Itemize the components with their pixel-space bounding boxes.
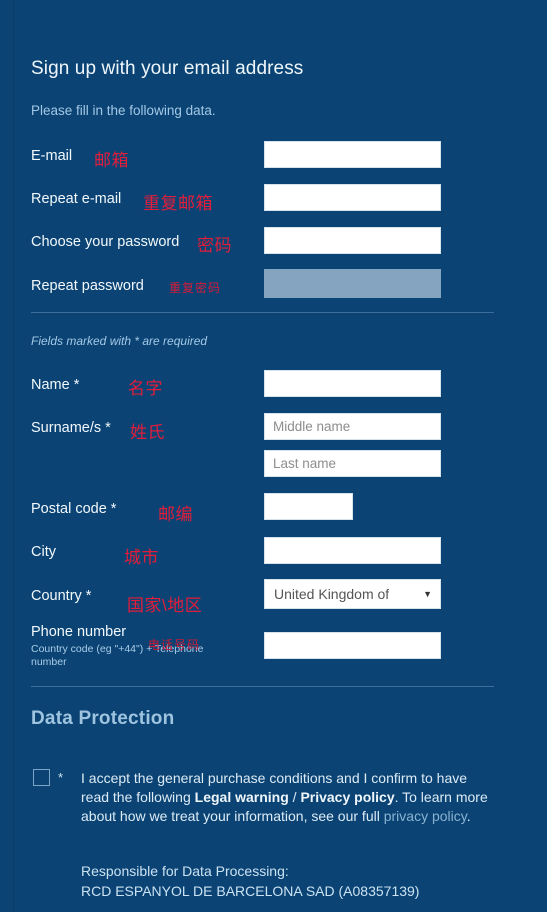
label-email: E-mail bbox=[31, 148, 73, 164]
repeat-email-field[interactable] bbox=[264, 184, 441, 211]
annotation-repeat-email-cn: 重复邮箱 bbox=[143, 194, 213, 213]
annotation-name-cn: 名字 bbox=[128, 379, 163, 398]
repeat-password-field[interactable] bbox=[264, 269, 441, 298]
annotation-email-cn: 邮箱 bbox=[94, 151, 129, 170]
annotation-country-cn: 国家\地区 bbox=[127, 596, 203, 615]
city-field[interactable] bbox=[264, 537, 441, 564]
responsible-entity: RCD ESPANYOL DE BARCELONA SAD (A08357139… bbox=[81, 883, 420, 899]
country-select-value: United Kingdom of bbox=[274, 586, 390, 602]
annotation-city-cn: 城市 bbox=[124, 548, 159, 567]
email-field[interactable] bbox=[264, 141, 441, 168]
page-title: Sign up with your email address bbox=[31, 58, 304, 79]
password-field[interactable] bbox=[264, 227, 441, 254]
name-field[interactable] bbox=[264, 370, 441, 397]
annotation-phone-cn: 电话号码 bbox=[148, 638, 201, 652]
label-postal-code: Postal code * bbox=[31, 501, 117, 517]
phone-number-field[interactable] bbox=[264, 632, 441, 659]
annotation-surnames-cn: 姓氏 bbox=[130, 423, 165, 442]
country-select[interactable]: United Kingdom of ▼ bbox=[264, 579, 441, 609]
label-repeat-email: Repeat e-mail bbox=[31, 191, 122, 207]
legal-warning-link[interactable]: Legal warning bbox=[195, 789, 289, 805]
left-edge-rule bbox=[13, 0, 14, 912]
annotation-postal-code-cn: 邮编 bbox=[158, 505, 193, 524]
consent-text-part3: . bbox=[466, 808, 471, 825]
middle-name-placeholder: Middle name bbox=[273, 419, 351, 434]
consent-separator: / bbox=[288, 789, 301, 806]
phone-number-hint: Country code (eg "+44") + Telephone numb… bbox=[31, 643, 204, 668]
label-surnames: Surname/s * bbox=[31, 420, 111, 436]
form-subtitle: Please fill in the following data. bbox=[31, 103, 216, 118]
last-name-field[interactable]: Last name bbox=[264, 450, 441, 477]
responsible-label: Responsible for Data Processing: bbox=[81, 863, 289, 879]
label-name: Name * bbox=[31, 377, 80, 393]
privacy-policy-link[interactable]: Privacy policy bbox=[300, 789, 394, 805]
annotation-password-cn: 密码 bbox=[197, 236, 232, 255]
responsible-for-data-processing: Responsible for Data Processing: RCD ESP… bbox=[81, 861, 501, 901]
data-protection-heading: Data Protection bbox=[31, 708, 175, 729]
accept-conditions-checkbox[interactable] bbox=[33, 769, 50, 786]
accept-conditions-required-marker: * bbox=[58, 770, 64, 785]
full-privacy-policy-link[interactable]: privacy policy bbox=[384, 808, 467, 824]
chevron-down-icon: ▼ bbox=[423, 588, 432, 599]
label-city: City bbox=[31, 544, 56, 560]
section-divider-1 bbox=[31, 312, 494, 313]
label-phone-number: Phone number bbox=[31, 624, 127, 640]
last-name-placeholder: Last name bbox=[273, 456, 337, 471]
label-password: Choose your password bbox=[31, 234, 180, 250]
signup-page: Sign up with your email address Please f… bbox=[0, 0, 547, 912]
label-country: Country * bbox=[31, 588, 92, 604]
label-repeat-password: Repeat password bbox=[31, 278, 144, 294]
middle-name-field[interactable]: Middle name bbox=[264, 413, 441, 440]
accept-conditions-text: I accept the general purchase conditions… bbox=[81, 769, 496, 827]
section-divider-2 bbox=[31, 686, 494, 687]
required-fields-note: Fields marked with * are required bbox=[31, 334, 208, 348]
postal-code-field[interactable] bbox=[264, 493, 353, 520]
annotation-repeat-password-cn: 重复密码 bbox=[169, 281, 222, 295]
